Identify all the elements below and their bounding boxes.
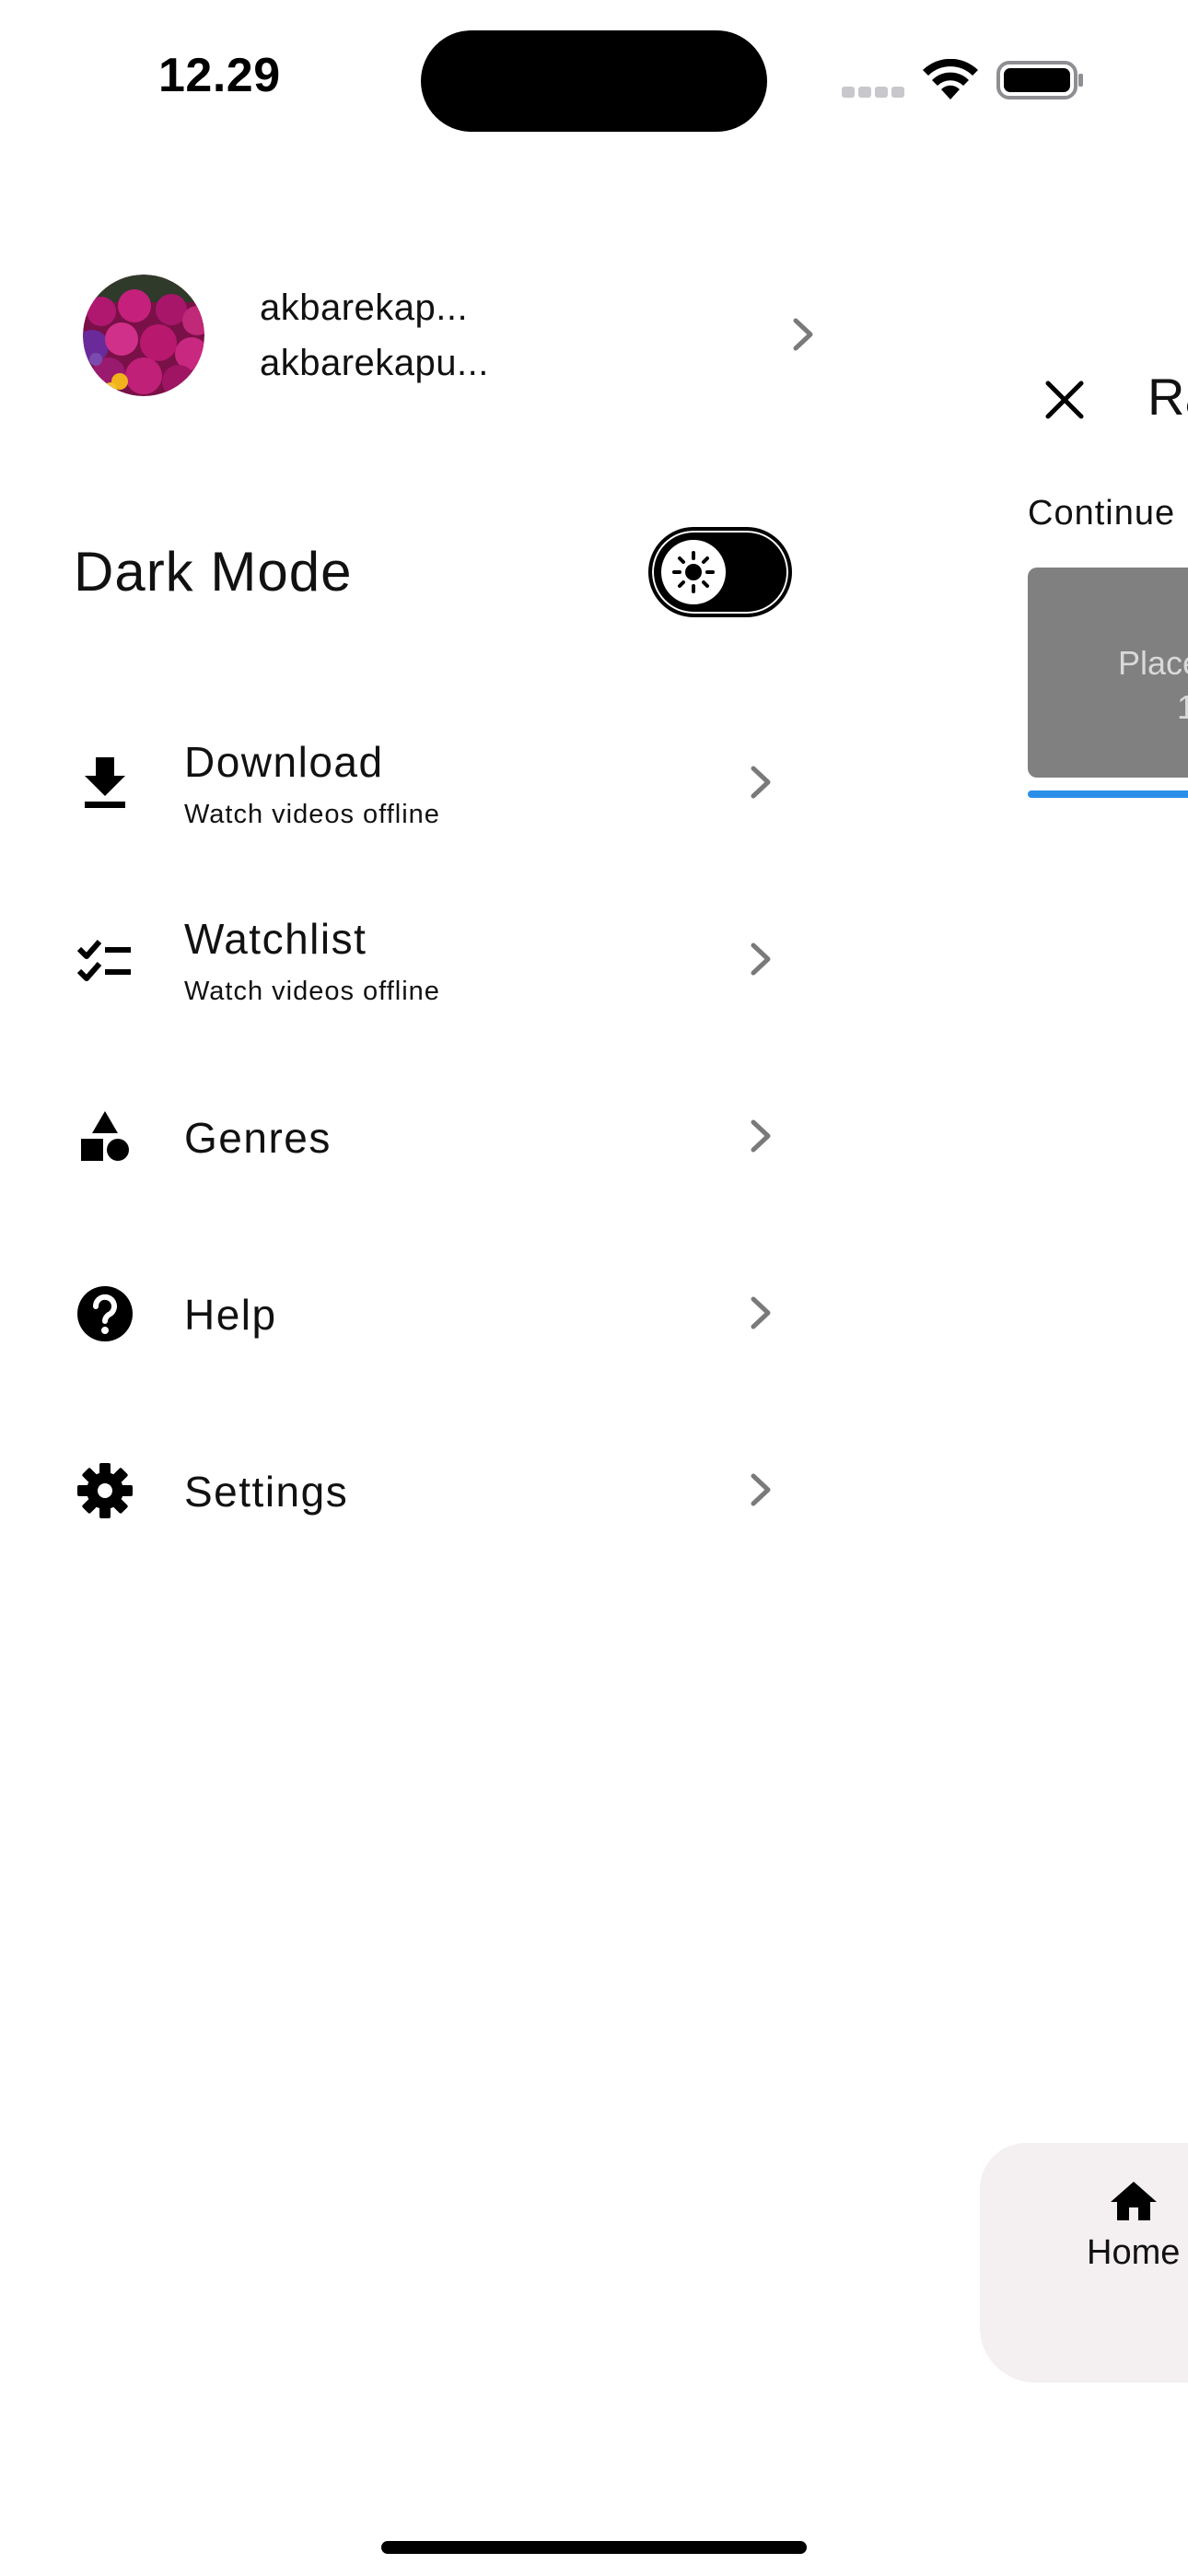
- menu-item-title: Settings: [184, 1468, 349, 1516]
- battery-icon: [996, 61, 1083, 100]
- avatar: [83, 275, 204, 396]
- dark-mode-label: Dark Mode: [74, 541, 353, 603]
- menu-item-title: Download: [184, 738, 384, 786]
- category-shapes-icon: [81, 1111, 129, 1161]
- chevron-right-icon: [751, 1296, 771, 1329]
- menu-item-subtitle: Watch videos offline: [184, 977, 440, 1006]
- menu-item-title: Help: [184, 1291, 277, 1339]
- help-icon: [77, 1286, 133, 1341]
- wifi-icon: [923, 59, 978, 100]
- download-icon: [85, 757, 125, 808]
- section-label-continue: Continue: [1028, 494, 1176, 533]
- menu-item-subtitle: Watch videos offline: [184, 800, 440, 829]
- screen-title: Ra: [1147, 368, 1188, 426]
- home-indicator: [381, 2541, 807, 2554]
- chevron-right-icon: [751, 766, 771, 799]
- chevron-right-icon: [751, 1473, 771, 1506]
- menu-item-title: Genres: [184, 1114, 332, 1162]
- dynamic-island: [421, 30, 767, 132]
- gear-icon: [77, 1463, 133, 1518]
- card-text-line1: Place: [1118, 644, 1188, 682]
- toggle-knob: [661, 540, 726, 604]
- chevron-right-icon: [751, 943, 771, 976]
- chevron-right-icon: [793, 318, 813, 351]
- cellular-signal-icon: [842, 87, 906, 98]
- nav-home-label[interactable]: Home: [1087, 2233, 1180, 2273]
- checklist-icon: [76, 940, 131, 981]
- profile-email: akbarekapu...: [260, 343, 489, 383]
- status-time: 12.29: [158, 49, 281, 102]
- home-icon[interactable]: [1109, 2180, 1159, 2222]
- card-placeholder-text: Place 1: [1118, 641, 1188, 730]
- dark-mode-toggle[interactable]: [648, 527, 792, 617]
- chevron-right-icon: [751, 1119, 771, 1153]
- menu-item-title: Watchlist: [184, 915, 367, 963]
- card-text-line2: 1: [1177, 688, 1188, 726]
- profile-name: akbarekap...: [260, 287, 469, 328]
- continue-watching-card[interactable]: Place 1: [1028, 568, 1188, 778]
- close-icon[interactable]: [1041, 376, 1089, 424]
- watch-progress-bar: [1028, 790, 1188, 798]
- sun-icon: [672, 551, 715, 593]
